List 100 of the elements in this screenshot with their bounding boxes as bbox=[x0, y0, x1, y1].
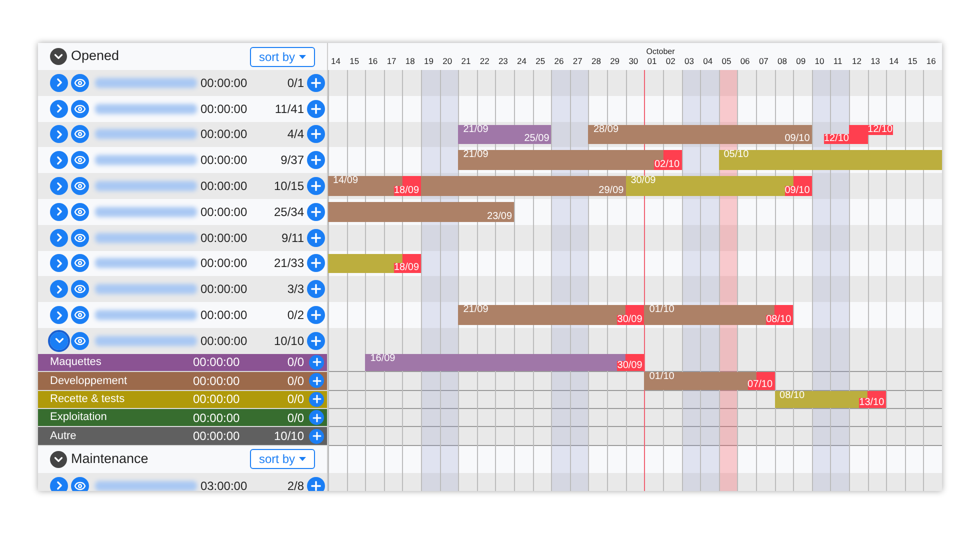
eye-icon bbox=[74, 102, 86, 115]
task-count: 11/41 bbox=[274, 100, 304, 118]
eye-icon bbox=[74, 128, 86, 140]
eye-icon bbox=[74, 334, 86, 347]
plus-icon bbox=[309, 179, 323, 194]
add-button[interactable] bbox=[309, 354, 324, 370]
add-button[interactable] bbox=[307, 177, 325, 196]
category-name: Recette & tests bbox=[50, 392, 126, 407]
add-button[interactable] bbox=[307, 100, 325, 118]
add-button[interactable] bbox=[307, 254, 325, 272]
view-button[interactable] bbox=[71, 228, 89, 247]
task-bar[interactable] bbox=[626, 176, 812, 196]
task-category-row[interactable]: Developpement 00:00:00 0/0 bbox=[38, 372, 327, 391]
expand-button[interactable] bbox=[50, 476, 68, 491]
expand-button[interactable] bbox=[50, 151, 68, 170]
expand-button[interactable] bbox=[50, 202, 68, 221]
add-button[interactable] bbox=[307, 202, 325, 221]
plus-icon bbox=[309, 282, 323, 296]
plus-icon bbox=[309, 256, 323, 270]
view-button[interactable] bbox=[71, 280, 89, 298]
task-count: 21/33 bbox=[272, 255, 304, 272]
add-button[interactable] bbox=[307, 280, 325, 298]
expand-button[interactable] bbox=[50, 125, 68, 144]
view-button[interactable] bbox=[71, 125, 89, 144]
time-spent: 00:00:00 bbox=[200, 281, 248, 298]
expand-button[interactable] bbox=[50, 306, 68, 324]
category-name: Maquettes bbox=[50, 355, 102, 370]
expand-button[interactable] bbox=[50, 254, 68, 272]
day-label: 10 bbox=[814, 55, 824, 68]
day-label: 18 bbox=[405, 55, 415, 68]
add-button[interactable] bbox=[307, 74, 325, 92]
time-spent: 00:00:00 bbox=[193, 428, 241, 446]
day-label: 14 bbox=[889, 55, 899, 68]
add-button[interactable] bbox=[309, 392, 324, 407]
time-spent: 00:00:00 bbox=[200, 332, 248, 350]
task-bar[interactable] bbox=[848, 124, 868, 144]
add-button[interactable] bbox=[307, 332, 325, 350]
plus-icon bbox=[309, 334, 323, 348]
eye-icon bbox=[74, 309, 86, 322]
task-bar[interactable] bbox=[588, 124, 812, 144]
collapse-button[interactable] bbox=[50, 48, 67, 65]
add-button[interactable] bbox=[309, 428, 324, 444]
task-category-row[interactable]: Autre 00:00:00 10/10 bbox=[38, 427, 327, 446]
start-date: 30/09 bbox=[630, 176, 656, 186]
task-count: 25/34 bbox=[272, 204, 304, 221]
eye-icon bbox=[74, 180, 86, 192]
view-button[interactable] bbox=[71, 332, 89, 350]
add-button[interactable] bbox=[307, 476, 325, 491]
day-label: 23 bbox=[498, 55, 508, 68]
plus-icon bbox=[310, 430, 322, 442]
time-spent: 00:00:00 bbox=[200, 152, 248, 170]
expand-button[interactable] bbox=[50, 332, 68, 350]
day-label: 04 bbox=[703, 55, 713, 68]
expand-button[interactable] bbox=[50, 228, 68, 247]
plus-icon bbox=[309, 153, 323, 168]
plus-icon bbox=[309, 127, 323, 142]
section-title: Maintenance bbox=[71, 450, 150, 468]
end-date: 30/09 bbox=[617, 314, 642, 325]
view-button[interactable] bbox=[71, 476, 89, 491]
view-button[interactable] bbox=[71, 202, 89, 221]
day-label: 02 bbox=[666, 55, 676, 68]
task-category-row[interactable]: Recette & tests 00:00:00 0/0 bbox=[38, 390, 327, 409]
day-label: 14 bbox=[331, 55, 340, 68]
add-button[interactable] bbox=[309, 410, 324, 426]
day-label: 26 bbox=[554, 55, 564, 68]
day-label: 15 bbox=[350, 55, 360, 68]
add-button[interactable] bbox=[307, 306, 325, 324]
view-button[interactable] bbox=[71, 100, 89, 118]
task-bar[interactable] bbox=[458, 305, 644, 325]
day-label: 03 bbox=[684, 55, 694, 68]
task-count: 10/15 bbox=[272, 178, 304, 196]
task-count: 0/2 bbox=[286, 307, 304, 324]
day-label: 11 bbox=[833, 55, 842, 68]
add-button[interactable] bbox=[307, 125, 325, 144]
time-spent: 00:00:00 bbox=[200, 255, 248, 272]
task-category-row[interactable]: Maquettes 00:00:00 0/0 bbox=[38, 354, 327, 372]
view-button[interactable] bbox=[71, 254, 89, 272]
expand-button[interactable] bbox=[50, 177, 68, 196]
plus-icon bbox=[310, 356, 322, 368]
view-button[interactable] bbox=[71, 306, 89, 324]
task-bar[interactable] bbox=[328, 254, 422, 274]
end-date: 13/10 bbox=[859, 398, 884, 408]
expand-button[interactable] bbox=[50, 74, 68, 92]
expand-button[interactable] bbox=[50, 280, 68, 298]
task-bar[interactable] bbox=[718, 150, 942, 170]
task-bar[interactable] bbox=[328, 202, 514, 222]
task-category-row[interactable]: Exploitation 00:00:00 0/0 bbox=[38, 408, 327, 428]
collapse-button[interactable] bbox=[50, 450, 67, 468]
add-button[interactable] bbox=[307, 228, 325, 247]
task-bar[interactable] bbox=[458, 150, 682, 170]
expand-button[interactable] bbox=[50, 100, 68, 118]
sort-button[interactable]: sort by bbox=[250, 449, 315, 470]
sort-button[interactable]: sort by bbox=[250, 46, 315, 66]
view-button[interactable] bbox=[71, 74, 89, 92]
start-date: 21/09 bbox=[463, 305, 488, 316]
view-button[interactable] bbox=[71, 151, 89, 170]
add-button[interactable] bbox=[307, 151, 325, 170]
add-button[interactable] bbox=[309, 373, 324, 388]
day-label: 01 bbox=[647, 55, 657, 68]
view-button[interactable] bbox=[71, 177, 89, 196]
